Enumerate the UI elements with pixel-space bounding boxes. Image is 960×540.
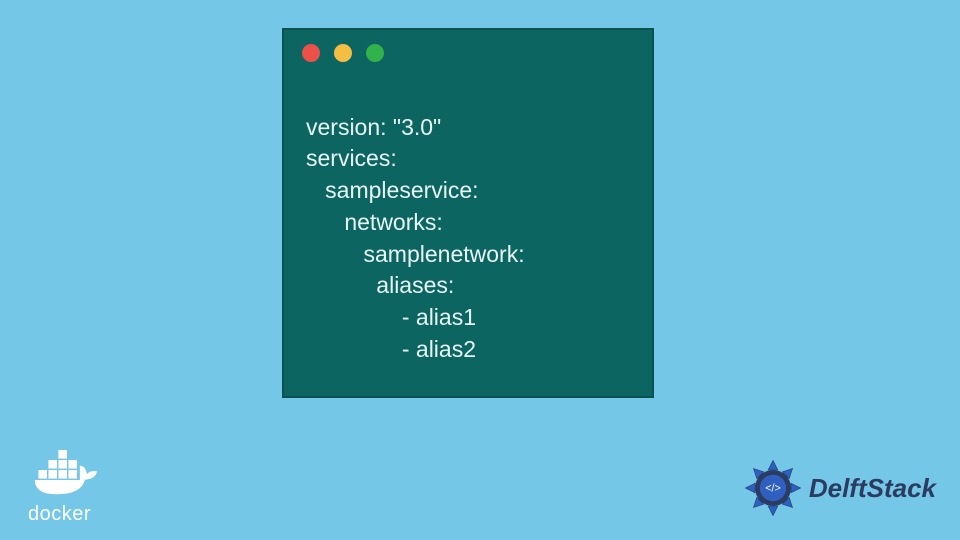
code-line: - alias1: [306, 304, 476, 330]
code-line: - alias2: [306, 336, 476, 362]
window-traffic-lights: [284, 30, 652, 62]
svg-text:</>: </>: [765, 483, 781, 495]
docker-logo: docker: [28, 450, 106, 526]
code-line: samplenetwork:: [306, 241, 525, 267]
maximize-icon: [366, 44, 384, 62]
delftstack-label: DelftStack: [809, 473, 936, 504]
code-line: services:: [306, 145, 397, 171]
code-block: version: "3.0" services: sampleservice: …: [284, 62, 652, 378]
docker-whale-icon: [28, 450, 106, 500]
delftstack-mandala-icon: </>: [743, 458, 803, 518]
docker-label: docker: [28, 503, 106, 526]
code-line: networks:: [306, 209, 443, 235]
code-line: version: "3.0": [306, 114, 441, 140]
code-line: aliases:: [306, 272, 454, 298]
code-line: sampleservice:: [306, 177, 479, 203]
minimize-icon: [334, 44, 352, 62]
code-window: version: "3.0" services: sampleservice: …: [282, 28, 654, 398]
close-icon: [302, 44, 320, 62]
delftstack-logo: </> DelftStack: [743, 458, 936, 518]
